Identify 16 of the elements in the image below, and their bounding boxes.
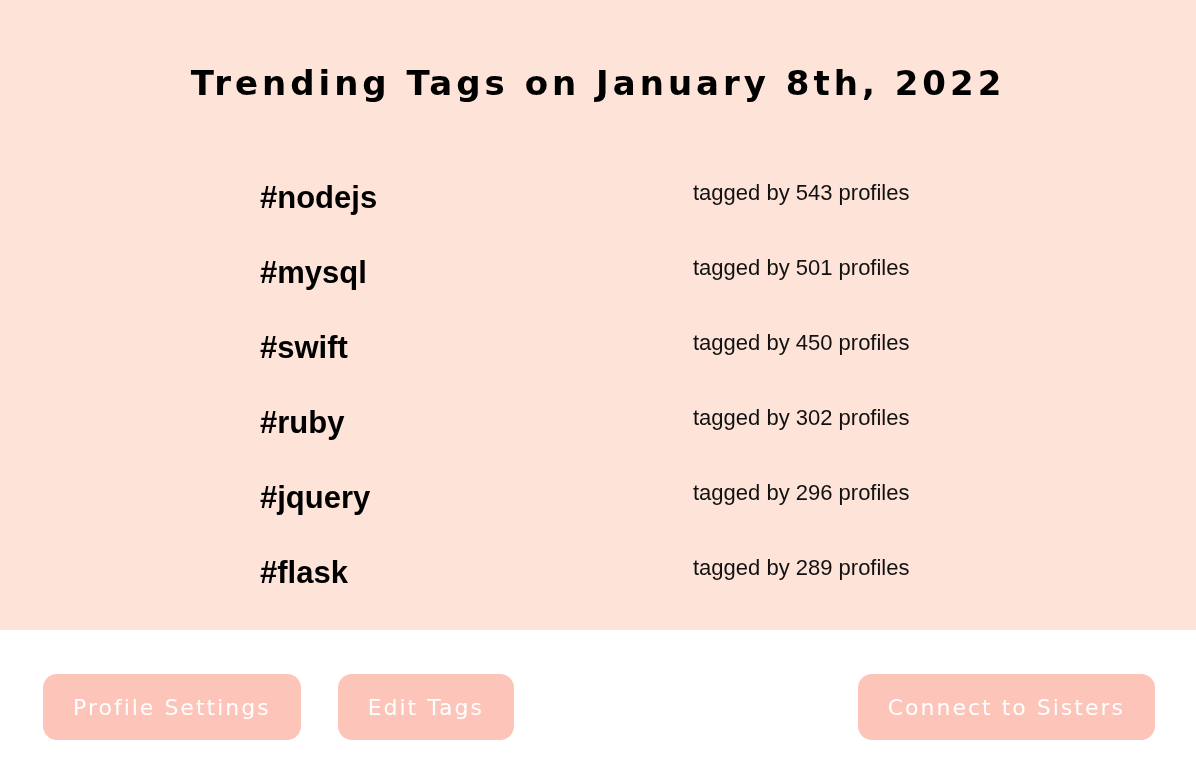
tag-count: tagged by 289 profiles xyxy=(693,554,911,582)
tag-count: tagged by 450 profiles xyxy=(693,329,911,357)
tag-name: #swift xyxy=(260,329,349,367)
tag-name: #mysql xyxy=(260,254,368,292)
action-button[interactable]: Edit Tags xyxy=(337,674,514,740)
action-button[interactable]: Profile Settings xyxy=(43,674,301,740)
tag-name: #flask xyxy=(260,554,349,592)
tag-count: tagged by 501 profiles xyxy=(693,254,911,282)
tag-count: tagged by 543 profiles xyxy=(693,179,911,207)
tag-name: #nodejs xyxy=(260,179,379,217)
tag-count: tagged by 296 profiles xyxy=(693,479,911,507)
tag-count: tagged by 302 profiles xyxy=(693,404,911,432)
page-title: Trending Tags on January 8th, 2022 xyxy=(189,62,1007,105)
tag-name: #ruby xyxy=(260,404,346,442)
action-button[interactable]: Connect to Sisters xyxy=(857,674,1155,740)
tag-name: #jquery xyxy=(260,479,372,517)
